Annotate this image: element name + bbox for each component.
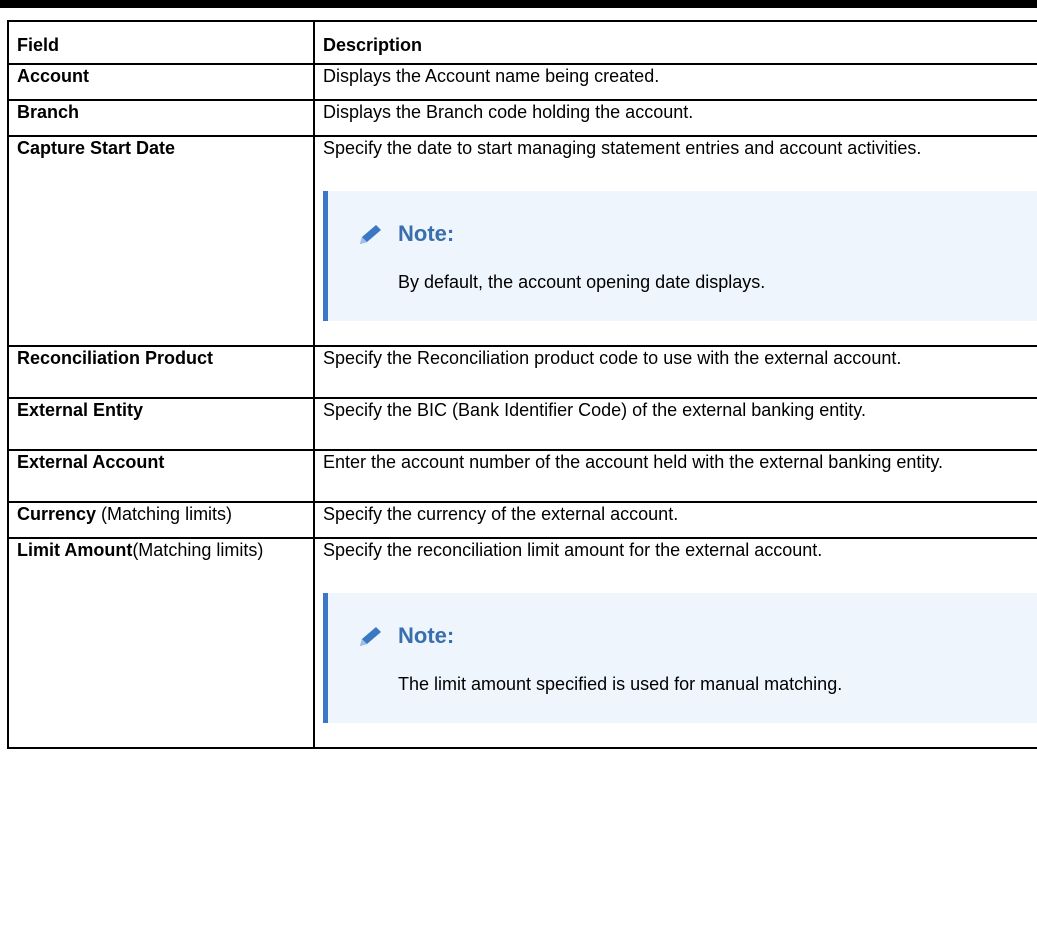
table-row: Branch Displays the Branch code holding … [7,99,1037,137]
header-field: Field [7,20,315,65]
field-description-table: Field Description Account Displays the A… [7,20,1037,749]
note-title-text: Note: [398,221,455,246]
field-qualifier: (Matching limits) [96,504,233,524]
description-text: Enter the account number of the account … [323,452,944,472]
field-cell: Reconciliation Product [7,345,315,399]
description-text: Specify the BIC (Bank Identifier Code) o… [323,400,866,420]
description-cell: Specify the BIC (Bank Identifier Code) o… [313,397,1037,451]
description-cell: Specify the currency of the external acc… [313,501,1037,539]
description-text: Specify the date to start managing state… [323,138,922,158]
field-cell: Capture Start Date [7,135,315,347]
description-text: Specify the Reconciliation product code … [323,348,902,368]
note-text: By default, the account opening date dis… [398,272,766,292]
note-title-text: Note: [398,623,455,648]
table-row: Capture Start Date Specify the date to s… [7,135,1037,347]
note-box: Note: By default, the account opening da… [323,191,1037,321]
field-cell: Account [7,63,315,101]
table-row: External Entity Specify the BIC (Bank Id… [7,397,1037,451]
field-cell: External Entity [7,397,315,451]
description-cell: Specify the Reconciliation product code … [313,345,1037,399]
description-cell: Displays the Branch code holding the acc… [313,99,1037,137]
field-qualifier: (Matching limits) [132,540,264,560]
table-row: Currency (Matching limits) Specify the c… [7,501,1037,539]
field-name: Currency [17,504,97,524]
table-header-row: Field Description [7,20,1037,65]
description-text: Displays the Account name being created. [323,66,660,86]
description-text: Specify the currency of the external acc… [323,504,679,524]
description-cell: Specify the reconciliation limit amount … [313,537,1037,749]
table-row: External Account Enter the account numbe… [7,449,1037,503]
description-text: Displays the Branch code holding the acc… [323,102,694,122]
note-text: The limit amount specified is used for m… [398,674,843,694]
description-cell: Displays the Account name being created. [313,63,1037,101]
field-cell: External Account [7,449,315,503]
description-cell: Enter the account number of the account … [313,449,1037,503]
header-description: Description [313,20,1037,65]
note-title: Note: [356,621,1037,651]
field-name: Limit Amount [17,540,133,560]
table-row: Reconciliation Product Specify the Recon… [7,345,1037,399]
description-cell: Specify the date to start managing state… [313,135,1037,347]
table-row: Account Displays the Account name being … [7,63,1037,101]
pencil-icon [360,627,381,646]
top-rule [0,0,1037,8]
description-text: Specify the reconciliation limit amount … [323,540,823,560]
note-title: Note: [356,219,1037,249]
field-cell: Branch [7,99,315,137]
field-cell: Limit Amount(Matching limits) [7,537,315,749]
field-cell: Currency (Matching limits) [7,501,315,539]
pencil-icon [360,225,381,244]
note-box: Note: The limit amount specified is used… [323,593,1037,723]
table-row: Limit Amount(Matching limits) Specify th… [7,537,1037,749]
